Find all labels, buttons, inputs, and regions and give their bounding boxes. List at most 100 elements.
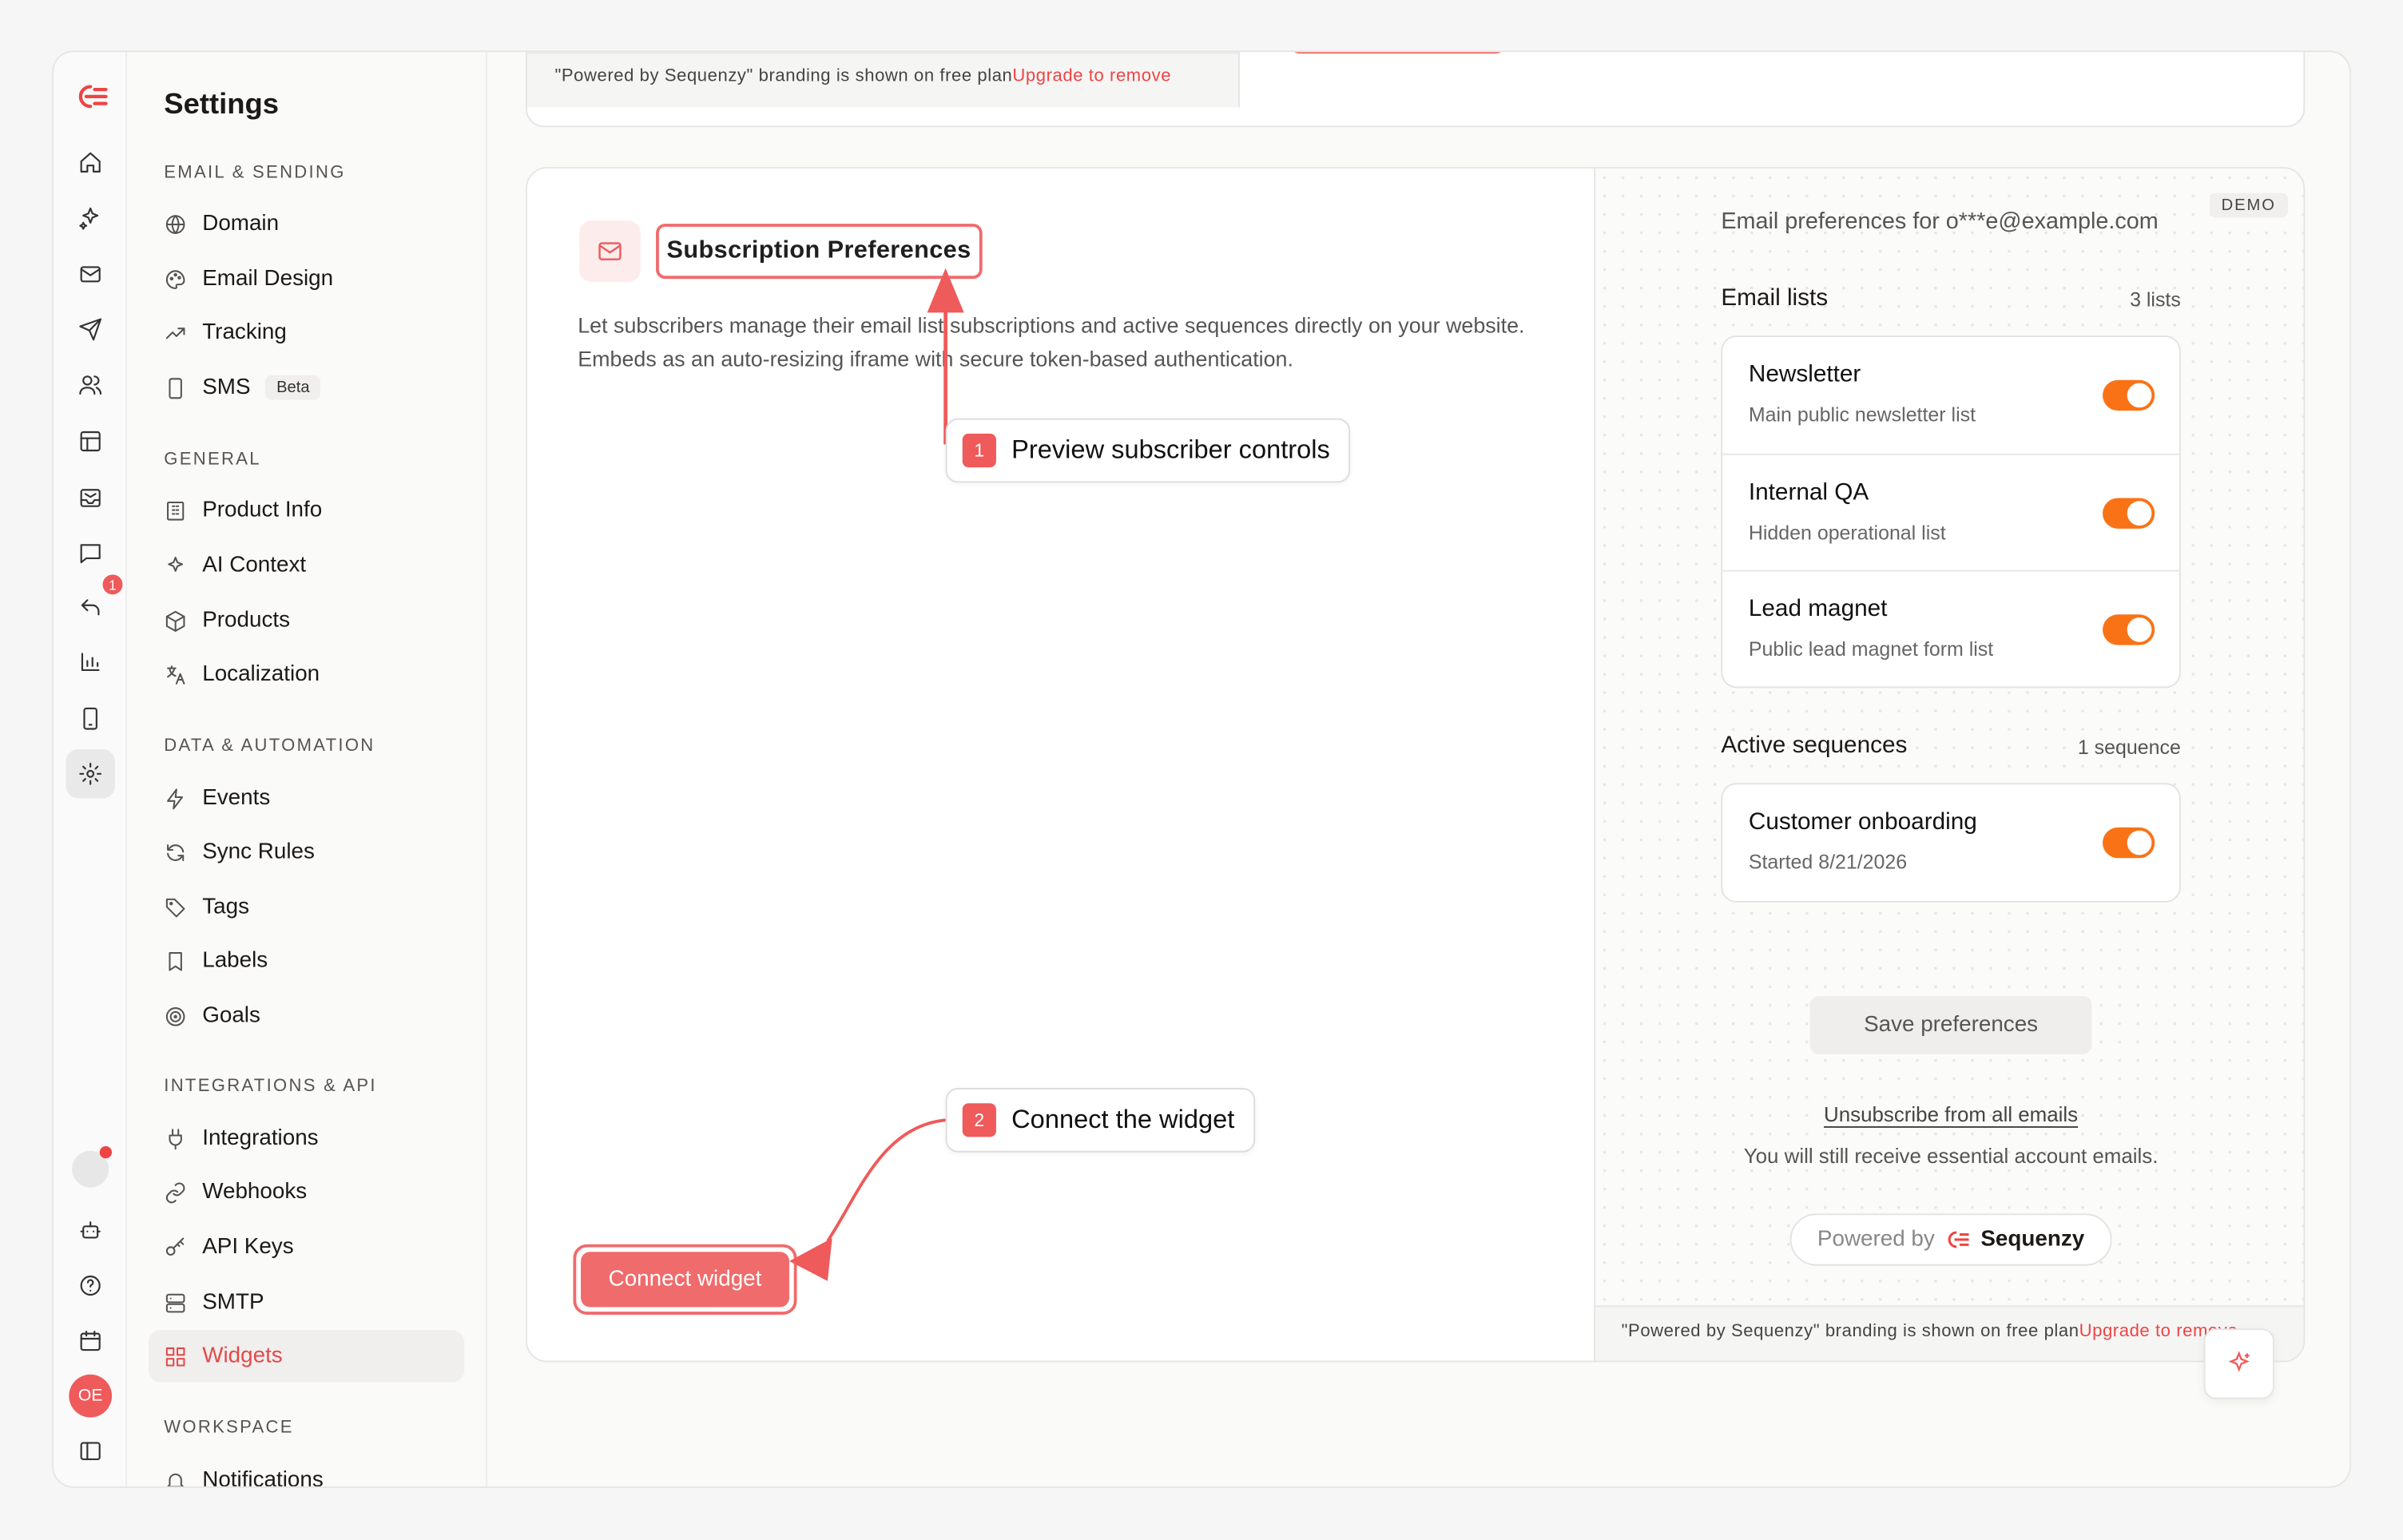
main-content: "Powered by Sequenzy" branding is shown … bbox=[487, 52, 2349, 1486]
previous-widget-button[interactable] bbox=[1290, 52, 1505, 54]
unsubscribe-link[interactable]: Unsubscribe from all emails bbox=[1595, 1103, 2303, 1126]
email-lists: Newsletter Main public newsletter list In… bbox=[1721, 335, 2181, 689]
sidebar-item-localization[interactable]: Localization bbox=[149, 648, 464, 700]
callout-connect-widget: 2 Connect the widget bbox=[945, 1088, 1255, 1153]
connect-widget-label: Connect widget bbox=[581, 1252, 789, 1308]
subscription-preferences-card: Subscription Preferences Let subscribers… bbox=[526, 167, 2306, 1363]
sequence-desc: Started 8/21/2026 bbox=[1748, 850, 1908, 874]
customer-onboarding-toggle[interactable] bbox=[2103, 827, 2155, 859]
send-icon[interactable] bbox=[66, 305, 114, 354]
sidebar-item-labels[interactable]: Labels bbox=[149, 935, 464, 986]
sidebar-item-integrations[interactable]: Integrations bbox=[149, 1113, 464, 1165]
key-icon bbox=[165, 1236, 185, 1255]
list-desc: Public lead magnet form list bbox=[1748, 637, 1994, 661]
sidebar-item-notifications[interactable]: Notifications bbox=[149, 1455, 464, 1486]
sidebar-item-label: AI Context bbox=[202, 553, 307, 578]
preview-header: Email preferences for o***e@example.com bbox=[1721, 208, 2159, 235]
list-desc: Hidden operational list bbox=[1748, 521, 1946, 545]
icon-rail: 1 OE bbox=[54, 52, 128, 1486]
active-sequences-title: Active sequences bbox=[1721, 732, 1908, 759]
inbox-icon[interactable] bbox=[66, 474, 114, 522]
sidebar-item-ai-context[interactable]: AI Context bbox=[149, 539, 464, 591]
active-sequences-heading: Active sequences 1 sequence bbox=[1721, 732, 2181, 760]
newsletter-toggle[interactable] bbox=[2103, 379, 2155, 411]
demo-badge: DEMO bbox=[2209, 192, 2289, 218]
sparkles-icon[interactable] bbox=[66, 193, 114, 242]
sidebar-item-label: Products bbox=[202, 608, 291, 633]
app-window: 1 OE Settings Email & Sending Domain Ema… bbox=[52, 50, 2351, 1488]
calendar-icon[interactable] bbox=[66, 1316, 114, 1365]
sidebar-item-product-info[interactable]: Product Info bbox=[149, 484, 464, 536]
section-data-automation: Data & Automation bbox=[164, 736, 375, 756]
server-icon bbox=[165, 1292, 185, 1312]
sidebar-item-webhooks[interactable]: Webhooks bbox=[149, 1166, 464, 1218]
palette-icon bbox=[165, 269, 185, 288]
active-sequences: Customer onboarding Started 8/21/2026 bbox=[1721, 783, 2181, 903]
sidebar-item-label: Goals bbox=[202, 1003, 260, 1029]
sidebar-item-events[interactable]: Events bbox=[149, 772, 464, 824]
sidebar-item-label: Widgets bbox=[202, 1344, 283, 1369]
sidebar-item-label: Email Design bbox=[202, 266, 334, 292]
layout-icon[interactable] bbox=[66, 417, 114, 466]
powered-by-badge[interactable]: Powered by Sequenzy bbox=[1789, 1213, 2112, 1266]
home-icon[interactable] bbox=[66, 138, 114, 187]
preferences-preview: DEMO Email preferences for o***e@example… bbox=[1594, 169, 2304, 1361]
logo-icon[interactable] bbox=[66, 72, 114, 121]
bar-chart-icon[interactable] bbox=[66, 637, 114, 686]
branding-notice-text: "Powered by Sequenzy" branding is shown … bbox=[554, 67, 1013, 86]
sidebar-toggle-icon[interactable] bbox=[66, 1427, 114, 1475]
upgrade-link[interactable]: Upgrade to remove bbox=[1012, 67, 1171, 85]
widget-info-panel: Subscription Preferences Let subscribers… bbox=[527, 169, 1594, 1360]
callout-preview-controls: 1 Preview subscriber controls bbox=[945, 418, 1350, 483]
message-icon[interactable] bbox=[66, 529, 114, 578]
building-icon bbox=[167, 501, 185, 520]
callout-text: Preview subscriber controls bbox=[1011, 435, 1330, 465]
connect-widget-button[interactable]: Connect widget bbox=[573, 1244, 797, 1315]
email-lists-count: 3 lists bbox=[2130, 287, 2181, 311]
sidebar-item-label: Tracking bbox=[202, 320, 287, 345]
users-icon[interactable] bbox=[66, 360, 114, 409]
avatar-initials: OE bbox=[69, 1374, 113, 1418]
sidebar-item-goals[interactable]: Goals bbox=[149, 990, 464, 1042]
lead-magnet-toggle[interactable] bbox=[2103, 614, 2155, 645]
save-preferences-button[interactable]: Save preferences bbox=[1809, 995, 2092, 1054]
link-icon bbox=[165, 1181, 185, 1203]
sparkles-icon bbox=[2228, 1351, 2250, 1372]
settings-sidebar: Settings Email & Sending Domain Email De… bbox=[127, 52, 488, 1486]
status-dot-icon[interactable] bbox=[66, 1145, 114, 1193]
sidebar-item-label: Notifications bbox=[202, 1467, 324, 1486]
sidebar-item-sms[interactable]: SMS Beta bbox=[149, 362, 464, 414]
sidebar-item-label: Localization bbox=[202, 661, 320, 687]
target-icon bbox=[165, 1006, 185, 1026]
sidebar-item-products[interactable]: Products bbox=[149, 594, 464, 646]
internal-qa-toggle[interactable] bbox=[2103, 498, 2155, 529]
sidebar-item-sync-rules[interactable]: Sync Rules bbox=[149, 826, 464, 878]
sidebar-item-label: SMTP bbox=[202, 1290, 264, 1315]
sidebar-item-domain[interactable]: Domain bbox=[149, 197, 464, 249]
bot-icon[interactable] bbox=[66, 1206, 114, 1255]
plug-icon bbox=[169, 1128, 182, 1149]
sidebar-item-label: Tags bbox=[202, 895, 250, 920]
help-icon[interactable] bbox=[66, 1261, 114, 1310]
mail-icon[interactable] bbox=[66, 250, 114, 299]
avatar[interactable]: OE bbox=[66, 1371, 114, 1420]
sidebar-item-api-keys[interactable]: API Keys bbox=[149, 1221, 464, 1273]
ai-assistant-button[interactable] bbox=[2203, 1328, 2274, 1399]
sidebar-item-label: Webhooks bbox=[202, 1180, 308, 1205]
sidebar-item-smtp[interactable]: SMTP bbox=[149, 1276, 464, 1328]
sidebar-item-email-design[interactable]: Email Design bbox=[149, 253, 464, 305]
email-lists-heading: Email lists 3 lists bbox=[1721, 285, 2181, 313]
sidebar-item-tags[interactable]: Tags bbox=[149, 881, 464, 933]
mail-icon bbox=[579, 220, 641, 282]
notification-badge: 1 bbox=[101, 573, 125, 597]
smartphone-icon[interactable] bbox=[66, 694, 114, 743]
sidebar-item-label: Labels bbox=[202, 948, 268, 974]
settings-icon[interactable] bbox=[66, 749, 115, 799]
sequence-name: Customer onboarding bbox=[1748, 808, 1977, 835]
sidebar-item-widgets[interactable]: Widgets bbox=[149, 1330, 465, 1383]
preview-branding-notice: "Powered by Sequenzy" branding is shown … bbox=[1595, 1305, 2304, 1361]
sidebar-item-tracking[interactable]: Tracking bbox=[149, 307, 464, 359]
package-icon bbox=[165, 609, 185, 631]
sidebar-item-label: Integrations bbox=[202, 1126, 319, 1151]
sidebar-item-label: SMS bbox=[202, 375, 251, 400]
